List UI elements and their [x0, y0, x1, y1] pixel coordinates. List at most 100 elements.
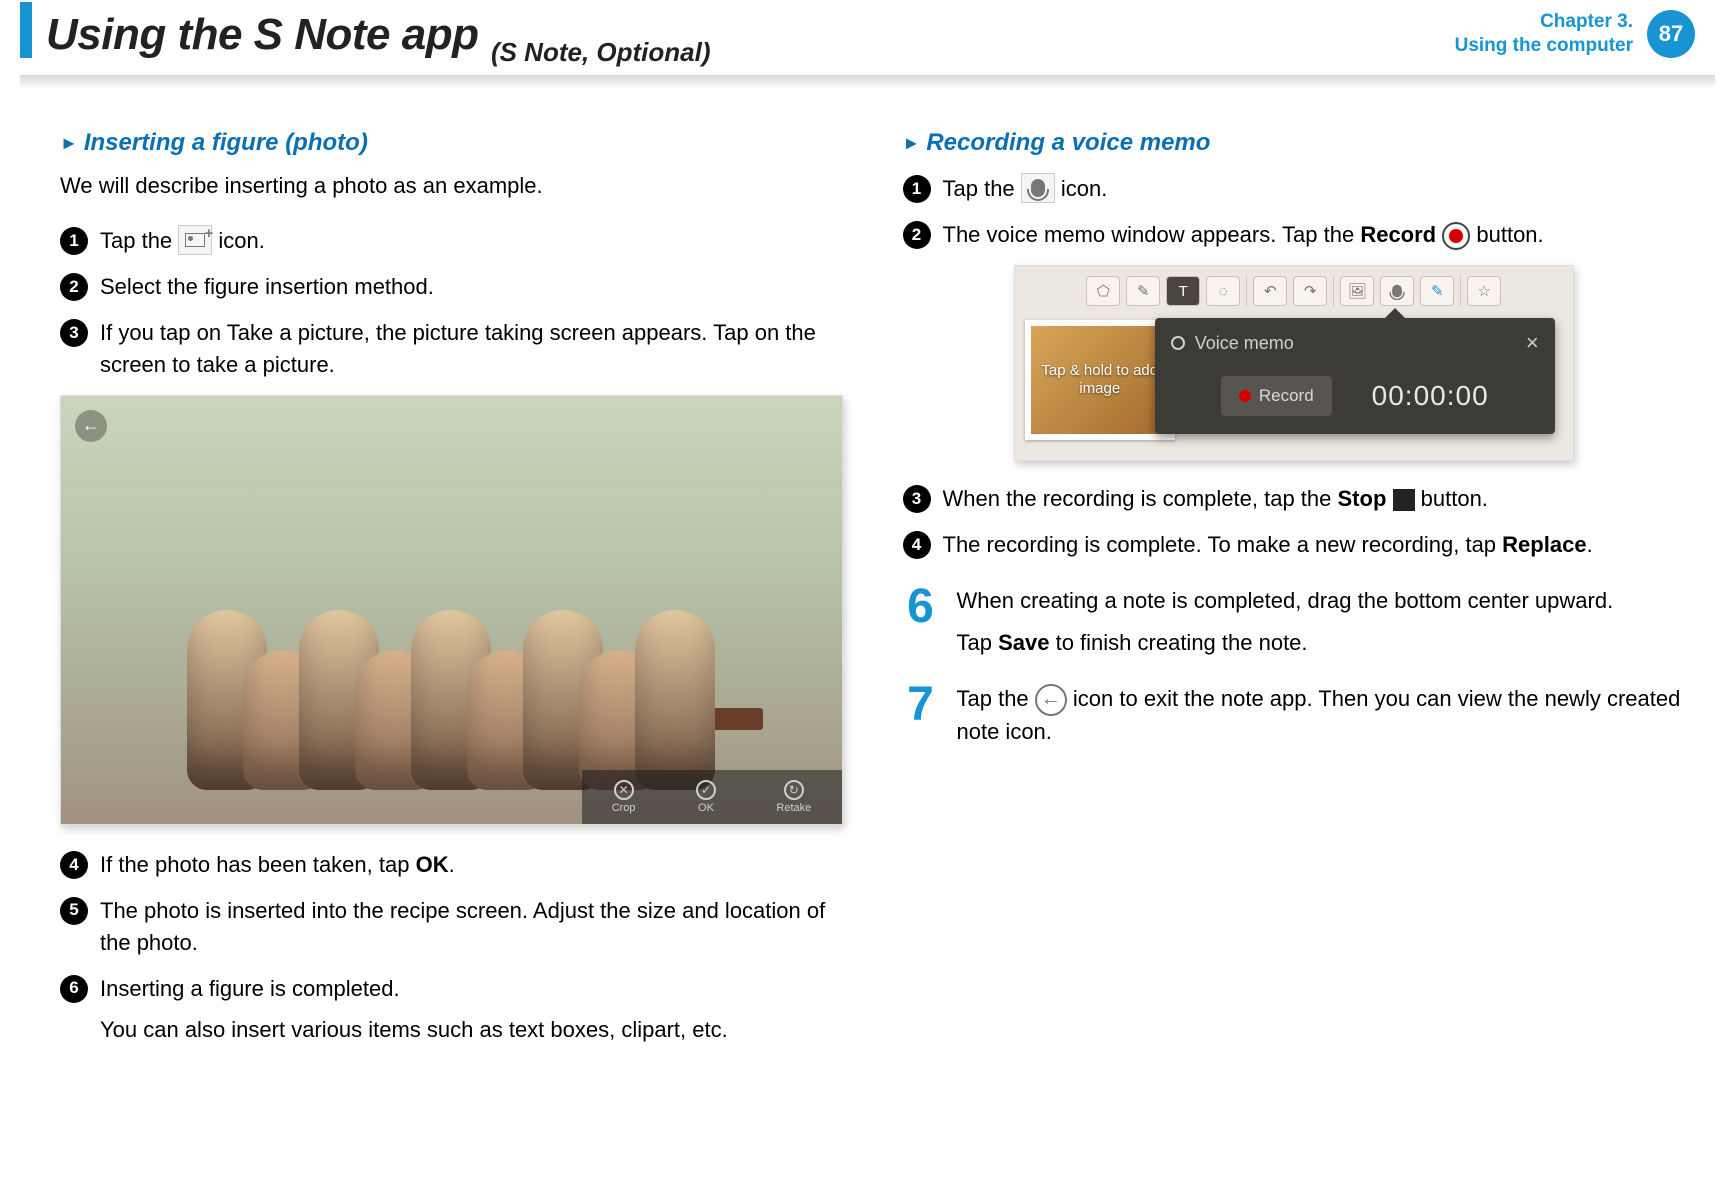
- microphone-icon: [1021, 173, 1055, 203]
- voice-memo-popup: Voice memo × Record 00:00:00: [1155, 318, 1555, 434]
- accent-bar: [20, 2, 32, 58]
- step-badge-3: 3: [60, 319, 88, 347]
- stop-icon: [1393, 489, 1415, 511]
- step-1-text: Tap the icon.: [100, 225, 265, 257]
- section-title: Recording a voice memo: [926, 129, 1210, 157]
- camera-preview-screenshot: ← ✕ Crop ✓ OK ↻ Retake: [60, 395, 843, 825]
- image-placeholder[interactable]: Tap & hold to add image: [1025, 320, 1175, 440]
- vm-step-1-text: Tap the icon.: [943, 173, 1108, 205]
- vm-step-2-text: The voice memo window appears. Tap the R…: [943, 219, 1544, 251]
- step-badge-4: 4: [60, 851, 88, 879]
- undo-icon[interactable]: ↶: [1253, 276, 1287, 306]
- crop-icon: ✕: [614, 780, 634, 800]
- voice-memo-title: Voice memo: [1195, 333, 1294, 354]
- voice-memo-body: Tap & hold to add image Voice memo × Rec: [1025, 320, 1563, 440]
- vm-step-2: 2 The voice memo window appears. Tap the…: [903, 219, 1686, 251]
- retake-button[interactable]: ↻ Retake: [776, 780, 811, 814]
- back-icon: ←: [1035, 684, 1067, 716]
- check-icon: ✓: [696, 780, 716, 800]
- vm-step-3: 3 When the recording is complete, tap th…: [903, 483, 1686, 515]
- note-toolbar: ⬠ ✎ T ◌ ↶ ↷ 🖼 ✎ ☆: [1025, 276, 1563, 306]
- page-subtitle: (S Note, Optional): [491, 37, 711, 67]
- step-2: 2 Select the figure insertion method.: [60, 271, 843, 303]
- page-header: Using the S Note app (S Note, Optional) …: [0, 0, 1735, 75]
- people-graphic: [139, 533, 763, 790]
- separator: [1246, 276, 1247, 306]
- voice-memo-popup-body: Record 00:00:00: [1155, 368, 1555, 416]
- big-num-7: 7: [903, 683, 939, 726]
- step-badge-3: 3: [903, 485, 931, 513]
- header-left: Using the S Note app (S Note, Optional): [20, 10, 710, 60]
- step-badge-2: 2: [903, 221, 931, 249]
- step-5: 5 The photo is inserted into the recipe …: [60, 895, 843, 959]
- big-step-6: 6 When creating a note is completed, dra…: [903, 585, 1686, 659]
- brush-tool-icon[interactable]: ✎: [1126, 276, 1160, 306]
- chapter-label: Chapter 3. Using the computer: [1455, 10, 1633, 58]
- triangle-icon: ►: [903, 133, 921, 154]
- step-1: 1 Tap the icon.: [60, 225, 843, 257]
- eraser-tool-icon[interactable]: ◌: [1206, 276, 1240, 306]
- insert-image-icon[interactable]: 🖼: [1340, 276, 1374, 306]
- triangle-icon: ►: [60, 133, 78, 154]
- step-4-text: If the photo has been taken, tap OK.: [100, 849, 455, 881]
- left-column: ► Inserting a figure (photo) We will des…: [60, 129, 843, 1060]
- back-arrow-icon: ←: [75, 410, 107, 442]
- vm-step-4: 4 The recording is complete. To make a n…: [903, 529, 1686, 561]
- header-shadow: [20, 75, 1715, 89]
- insert-image-icon: [178, 225, 212, 255]
- voice-memo-screenshot: ⬠ ✎ T ◌ ↶ ↷ 🖼 ✎ ☆ Tap & hold to add imag…: [1014, 265, 1574, 461]
- step-6-text: Inserting a figure is completed. You can…: [100, 973, 728, 1047]
- big-step-7: 7 Tap the ← icon to exit the note app. T…: [903, 683, 1686, 748]
- step-2-text: Select the figure insertion method.: [100, 271, 434, 303]
- step-badge-6: 6: [60, 975, 88, 1003]
- step-badge-4: 4: [903, 531, 931, 559]
- vm-step-1: 1 Tap the icon.: [903, 173, 1686, 205]
- record-icon: [1442, 222, 1470, 250]
- step-badge-1: 1: [60, 227, 88, 255]
- close-icon[interactable]: ×: [1526, 330, 1539, 356]
- shape-tool-icon[interactable]: ⬠: [1086, 276, 1120, 306]
- chapter-line1: Chapter 3.: [1455, 10, 1633, 34]
- retake-icon: ↻: [784, 780, 804, 800]
- big-step-7-text: Tap the ← icon to exit the note app. The…: [957, 683, 1686, 748]
- step-badge-5: 5: [60, 897, 88, 925]
- voice-memo-popup-head: Voice memo ×: [1155, 318, 1555, 368]
- separator: [1333, 276, 1334, 306]
- microphone-icon[interactable]: [1380, 276, 1414, 306]
- step-3: 3 If you tap on Take a picture, the pict…: [60, 317, 843, 381]
- intro-text: We will describe inserting a photo as an…: [60, 173, 843, 199]
- step-6-sub: You can also insert various items such a…: [100, 1014, 728, 1046]
- vm-step-4-text: The recording is complete. To make a new…: [943, 529, 1593, 561]
- big-num-6: 6: [903, 585, 939, 628]
- text-tool-icon[interactable]: T: [1166, 276, 1200, 306]
- redo-icon[interactable]: ↷: [1293, 276, 1327, 306]
- page-title: Using the S Note app: [46, 10, 478, 59]
- chapter-line2: Using the computer: [1455, 34, 1633, 58]
- step-6: 6 Inserting a figure is completed. You c…: [60, 973, 843, 1047]
- favorite-icon[interactable]: ☆: [1467, 276, 1501, 306]
- step-3-text: If you tap on Take a picture, the pictur…: [100, 317, 843, 381]
- step-badge-1: 1: [903, 175, 931, 203]
- vm-step-3-text: When the recording is complete, tap the …: [943, 483, 1488, 515]
- step-4: 4 If the photo has been taken, tap OK.: [60, 849, 843, 881]
- title-group: Using the S Note app (S Note, Optional): [46, 10, 710, 60]
- section-head-voice-memo: ► Recording a voice memo: [903, 129, 1686, 157]
- big-step-6-text: When creating a note is completed, drag …: [957, 585, 1614, 659]
- record-timer: 00:00:00: [1372, 380, 1489, 412]
- section-head-insert-figure: ► Inserting a figure (photo): [60, 129, 843, 157]
- content: ► Inserting a figure (photo) We will des…: [0, 89, 1735, 1060]
- pen-color-icon[interactable]: ✎: [1420, 276, 1454, 306]
- crop-button[interactable]: ✕ Crop: [612, 780, 636, 814]
- ok-button[interactable]: ✓ OK: [696, 780, 716, 814]
- record-dot-icon: [1239, 390, 1251, 402]
- camera-bottom-toolbar: ✕ Crop ✓ OK ↻ Retake: [582, 770, 842, 824]
- step-badge-2: 2: [60, 273, 88, 301]
- section-title: Inserting a figure (photo): [84, 129, 368, 157]
- record-status-icon: [1171, 336, 1185, 350]
- header-right: Chapter 3. Using the computer 87: [1455, 10, 1695, 58]
- separator: [1460, 276, 1461, 306]
- page-number-badge: 87: [1647, 10, 1695, 58]
- record-button[interactable]: Record: [1221, 376, 1332, 416]
- step-5-text: The photo is inserted into the recipe sc…: [100, 895, 843, 959]
- right-column: ► Recording a voice memo 1 Tap the icon.…: [903, 129, 1686, 1060]
